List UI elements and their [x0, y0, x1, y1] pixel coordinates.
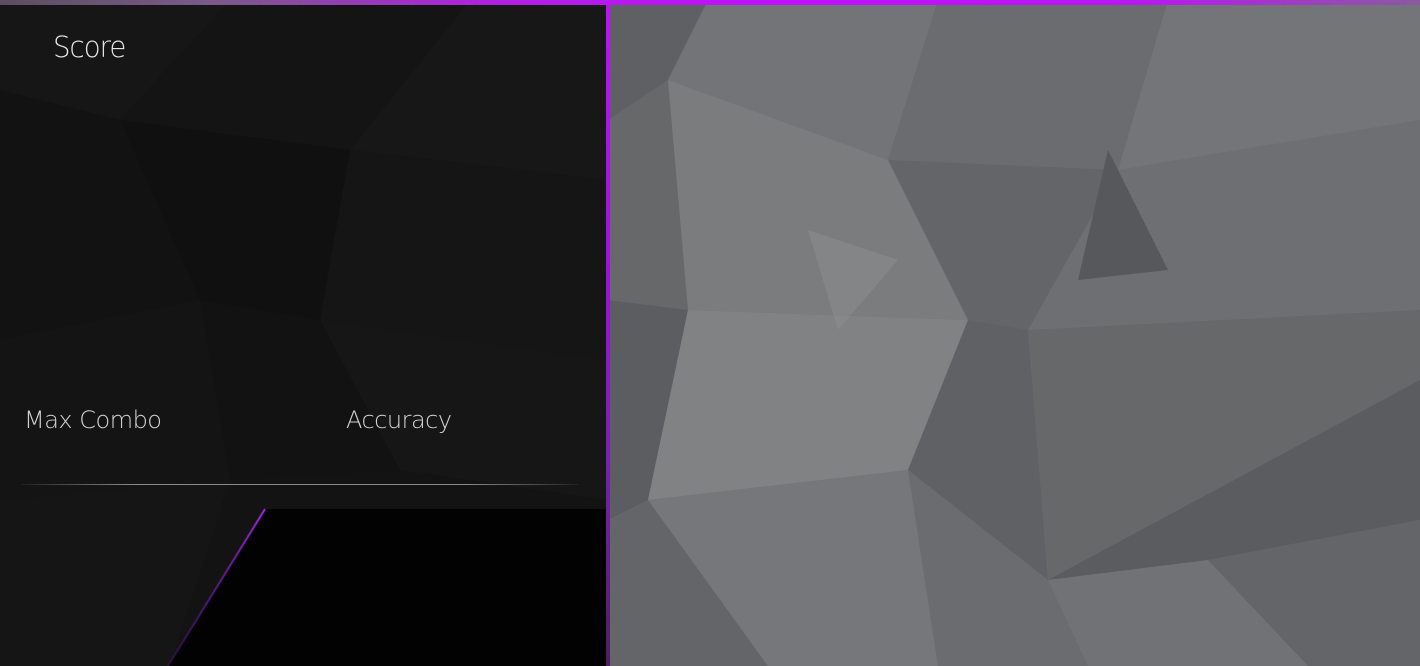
bottom-button-panel [167, 507, 608, 666]
results-screen: Score Max Combo Accuracy [0, 0, 1420, 666]
low-poly-backdrop [608, 0, 1420, 666]
background-backdrop [608, 0, 1420, 666]
panel-edge-accent [606, 0, 610, 666]
results-panel: Score Max Combo Accuracy [0, 0, 608, 666]
top-accent-bar [0, 0, 1420, 5]
